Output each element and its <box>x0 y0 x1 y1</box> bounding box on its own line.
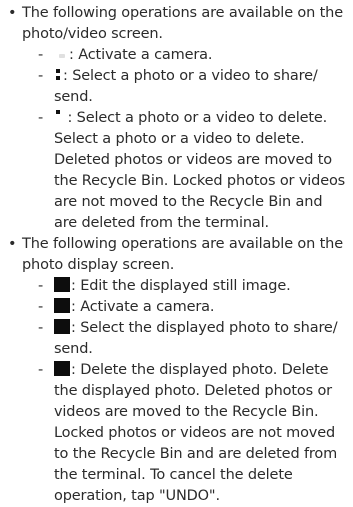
item-text: : Edit the displayed still image. <box>71 278 291 294</box>
dash-mark: - <box>38 110 44 126</box>
item-text: : Delete the displayed photo. Delete the… <box>54 362 338 504</box>
list-item: - : Edit the displayed still image. <box>22 276 347 297</box>
edit-icon <box>54 277 70 292</box>
operation-list: - : Edit the displayed still image. - : … <box>22 276 347 507</box>
list-item: - : Activate a camera. <box>22 297 347 318</box>
operation-list: - : Activate a camera. - : Select a phot… <box>22 45 347 234</box>
delete-icon <box>54 361 70 376</box>
item-text: : Select a photo or a video to share/ se… <box>54 68 318 105</box>
item-text: : Select the displayed photo to share/ s… <box>54 320 338 357</box>
bullet-photo-video-screen: • The following operations are available… <box>8 3 347 234</box>
bullet-intro: The following operations are available o… <box>22 5 343 42</box>
bullet-mark: • <box>8 5 17 21</box>
dash-mark: - <box>38 47 44 63</box>
dash-mark: - <box>38 362 44 378</box>
item-text: : Activate a camera. <box>71 299 215 315</box>
bullet-photo-display-screen: • The following operations are available… <box>8 234 347 507</box>
list-item: - : Delete the displayed photo. Delete t… <box>22 360 347 507</box>
dash-mark: - <box>38 278 44 294</box>
dash-mark: - <box>38 68 44 84</box>
manual-page: • The following operations are available… <box>0 0 353 504</box>
camera-icon <box>54 49 68 61</box>
list-item: - : Select a photo or a video to share/ … <box>22 66 347 108</box>
share-icon <box>54 68 62 82</box>
bullet-mark: • <box>8 236 17 252</box>
list-item: - : Activate a camera. <box>22 45 347 66</box>
camera-icon <box>54 298 70 313</box>
list-item: - : Select the displayed photo to share/… <box>22 318 347 360</box>
dash-mark: - <box>38 299 44 315</box>
item-text: : Activate a camera. <box>69 47 213 63</box>
dash-mark: - <box>38 320 44 336</box>
share-icon <box>54 319 70 334</box>
delete-icon <box>54 110 62 124</box>
list-item: - : Select a photo or a video to delete.… <box>22 108 347 234</box>
bullet-intro: The following operations are available o… <box>22 236 343 273</box>
item-text: : Select a photo or a video to delete. S… <box>54 110 346 231</box>
